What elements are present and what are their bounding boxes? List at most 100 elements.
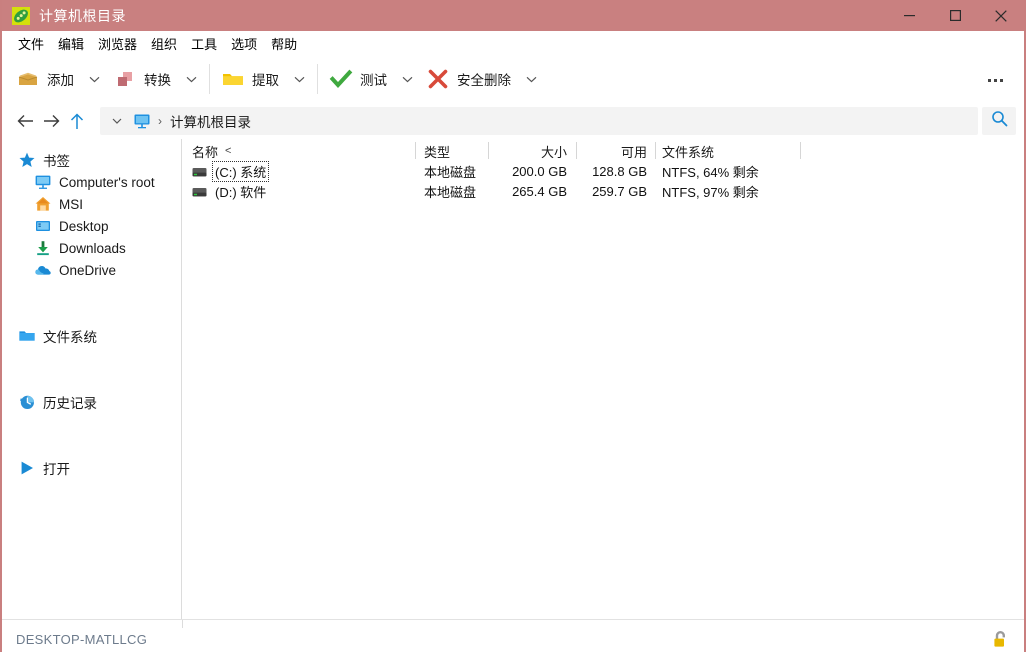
row-name-label: (C:) 系统 [211, 160, 270, 182]
title-bar: 计算机根目录 [2, 0, 1024, 31]
cell-free: 128.8 GB [592, 163, 647, 179]
status-divider [182, 620, 183, 628]
menu-item-file[interactable]: 文件 [11, 32, 51, 55]
sidebar-item-onedrive[interactable]: OneDrive [2, 259, 181, 281]
menu-item-browser[interactable]: 浏览器 [91, 32, 144, 55]
column-header-size[interactable]: 大小 [488, 141, 576, 161]
peazip-icon [12, 6, 30, 25]
star-icon [18, 151, 36, 169]
open-box-icon [16, 67, 40, 91]
menu-item-edit[interactable]: 编辑 [51, 32, 91, 55]
sidebar-item-filesystem[interactable]: 文件系统 [2, 325, 181, 347]
sidebar-item-bookmarks[interactable]: 书签 [2, 149, 181, 171]
toolbar-group-extract: 提取 [215, 59, 312, 99]
test-button[interactable]: 测试 [323, 60, 394, 98]
table-row[interactable]: (D:) 软件 本地磁盘 265.4 GB 259.7 GB NTFS, 97%… [182, 181, 1024, 201]
sidebar-item-label: OneDrive [59, 262, 117, 278]
address-bar: › 计算机根目录 [2, 103, 1024, 139]
status-text: DESKTOP-MATLLCG [16, 631, 148, 647]
home-icon [34, 195, 52, 213]
sidebar-item-label: 历史记录 [43, 396, 97, 411]
convert-button-label: 转换 [144, 73, 171, 88]
search-icon [991, 110, 1008, 132]
file-list-header: 名称 < 类型 大小 可用 文件系统 [182, 139, 1024, 161]
add-button[interactable]: 添加 [10, 60, 81, 98]
convert-squares-icon [113, 67, 137, 91]
desktop-icon [34, 217, 52, 235]
sidebar-item-label: 打开 [43, 462, 70, 477]
main-body: 书签 Computer's root MSI Desktop Downloads… [2, 139, 1024, 619]
unlocked-padlock-icon[interactable] [988, 628, 1012, 652]
cell-type: 本地磁盘 [424, 184, 477, 200]
extract-button[interactable]: 提取 [215, 60, 286, 98]
convert-dropdown-caret[interactable] [178, 60, 204, 98]
sidebar-item-msi[interactable]: MSI [2, 193, 181, 215]
toolbar-overflow-button[interactable] [980, 69, 1010, 91]
menu-item-help[interactable]: 帮助 [264, 32, 304, 55]
address-path-field[interactable]: › 计算机根目录 [100, 107, 978, 135]
column-header-type[interactable]: 类型 [415, 141, 488, 161]
menu-item-tools[interactable]: 工具 [184, 32, 224, 55]
cloud-icon [34, 261, 52, 279]
secure-delete-button[interactable]: 安全删除 [420, 60, 518, 98]
sidebar-item-history[interactable]: 历史记录 [2, 391, 181, 413]
forward-button[interactable] [38, 108, 64, 134]
sidebar-item-computers-root[interactable]: Computer's root [2, 171, 181, 193]
hard-drive-icon [192, 166, 207, 177]
sidebar-item-downloads[interactable]: Downloads [2, 237, 181, 259]
column-header-name[interactable]: 名称 < [182, 141, 415, 161]
red-x-icon [426, 67, 450, 91]
secure-delete-button-label: 安全删除 [457, 73, 511, 88]
maximize-button[interactable] [932, 0, 978, 31]
menu-item-organize[interactable]: 组织 [144, 32, 184, 55]
hard-drive-icon [192, 186, 207, 197]
column-header-size-label: 大小 [540, 144, 567, 160]
search-button[interactable] [982, 107, 1016, 135]
minimize-button[interactable] [886, 0, 932, 31]
cell-filesystem: NTFS, 64% 剩余 [662, 164, 759, 180]
sidebar-item-desktop[interactable]: Desktop [2, 215, 181, 237]
history-icon [18, 393, 36, 411]
column-header-filesystem[interactable]: 文件系统 [655, 141, 800, 161]
cell-name: (D:) 软件 [182, 181, 415, 201]
sidebar-item-label: Downloads [59, 240, 126, 256]
folder-icon [18, 327, 36, 345]
sidebar-gap-3b [2, 435, 181, 457]
toolbar-separator-2 [317, 64, 318, 94]
sidebar-gap-3 [2, 413, 181, 435]
toolbar-group-add: 添加 [10, 59, 107, 99]
computer-icon[interactable] [132, 111, 152, 131]
sidebar-item-label: 文件系统 [43, 330, 97, 345]
menu-bar: 文件 编辑 浏览器 组织 工具 选项 帮助 [2, 31, 1024, 55]
download-icon [34, 239, 52, 257]
sidebar-item-label: MSI [59, 196, 84, 212]
peazip-window: 计算机根目录 文件 编辑 浏览器 组织 工具 选项 帮助 添加 转换 提取 测试… [0, 0, 1026, 652]
toolbar-group-secure-delete: 安全删除 [420, 59, 544, 99]
back-button[interactable] [12, 108, 38, 134]
close-button[interactable] [978, 0, 1024, 31]
sidebar-item-open[interactable]: 打开 [2, 457, 181, 479]
column-header-free-label: 可用 [620, 144, 647, 160]
column-header-name-label: 名称 [192, 144, 219, 160]
cell-size: 265.4 GB [512, 183, 567, 199]
convert-button[interactable]: 转换 [107, 60, 178, 98]
table-row[interactable]: (C:) 系统 本地磁盘 200.0 GB 128.8 GB NTFS, 64%… [182, 160, 1024, 182]
add-dropdown-caret[interactable] [81, 60, 107, 98]
cell-name: (C:) 系统 [182, 160, 415, 182]
up-button[interactable] [64, 108, 90, 134]
menu-item-options[interactable]: 选项 [224, 32, 264, 55]
extract-button-label: 提取 [252, 73, 279, 88]
column-header-spacer [800, 141, 801, 161]
cell-type: 本地磁盘 [424, 164, 477, 180]
column-header-free[interactable]: 可用 [576, 141, 655, 161]
computer-icon [34, 173, 52, 191]
main-toolbar: 添加 转换 提取 测试 安全删除 [2, 55, 1024, 103]
address-history-dropdown[interactable] [106, 108, 128, 134]
sidebar-gap-2b [2, 369, 181, 391]
test-dropdown-caret[interactable] [394, 60, 420, 98]
window-title: 计算机根目录 [39, 7, 126, 24]
extract-dropdown-caret[interactable] [286, 60, 312, 98]
secure-delete-dropdown-caret[interactable] [518, 60, 544, 98]
toolbar-separator-1 [209, 64, 210, 94]
folder-icon [221, 67, 245, 91]
